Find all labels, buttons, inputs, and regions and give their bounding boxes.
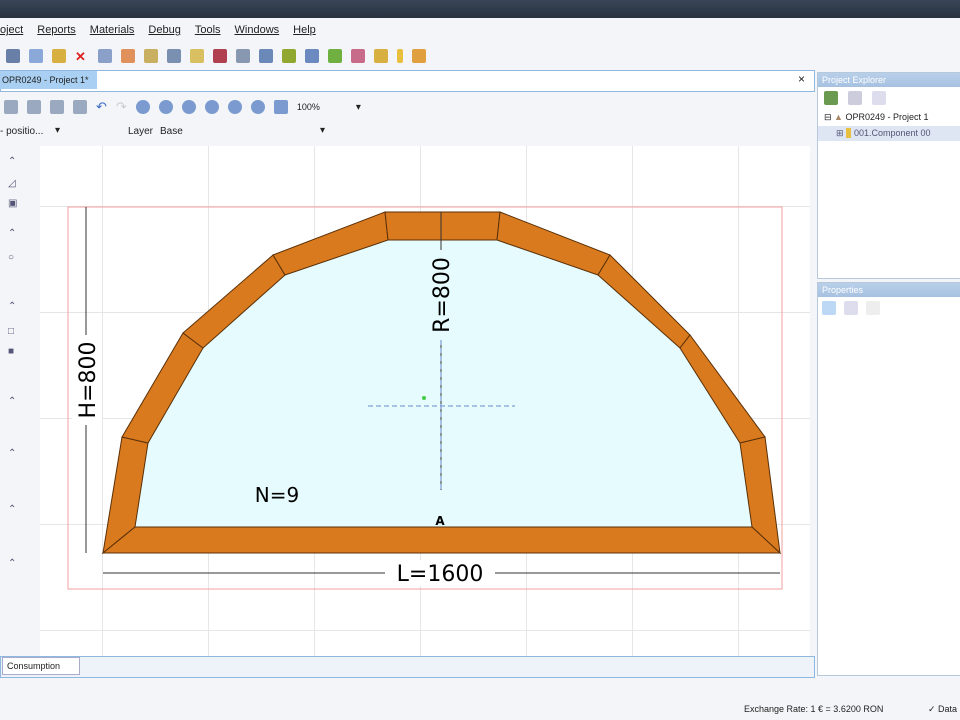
tab-consumption[interactable]: Consumption [2,657,80,675]
data-status: ✓ Data [928,704,958,714]
project-explorer-panel: Project Explorer ⊟ ▲ OPR0249 - Project 1… [817,72,960,279]
project-icon: ▲ [834,112,843,122]
frame-segment[interactable] [384,211,501,241]
tree-item-component[interactable]: ⊞ ■ 001.Component 00 [818,126,960,141]
sort-alpha-icon[interactable] [844,301,858,315]
exchange-rate: Exchange Rate: 1 € = 3.6200 RON [744,704,884,714]
frame-segment[interactable] [101,526,782,554]
properties-panel: Properties [817,282,960,676]
radius-label[interactable]: R=800 [430,257,455,333]
segments-label[interactable]: N=9 [255,483,299,507]
component-name: 001.Component 00 [854,128,931,138]
explorer-view-icon[interactable] [824,91,838,105]
explorer-tree-icon[interactable] [872,91,886,105]
property-pages-icon[interactable] [866,301,880,315]
point-a-label: A [435,514,445,528]
height-label[interactable]: H=800 [76,342,101,419]
categorized-icon[interactable] [822,301,836,315]
tree-item-project[interactable]: ⊟ ▲ OPR0249 - Project 1 [818,109,960,126]
properties-title: Properties [818,283,960,297]
component-icon: ■ [846,128,852,138]
center-point [422,396,426,400]
document-bottom-bar [0,656,815,678]
status-bar: Exchange Rate: 1 € = 3.6200 RON ✓ Data [0,698,960,720]
length-label[interactable]: L=1600 [397,562,484,587]
project-name: OPR0249 - Project 1 [845,112,929,122]
explorer-list-icon[interactable] [848,91,862,105]
window-drawing: H=800 R=800 L=1600 N=9 A [67,206,783,590]
project-explorer-title: Project Explorer [818,73,960,87]
